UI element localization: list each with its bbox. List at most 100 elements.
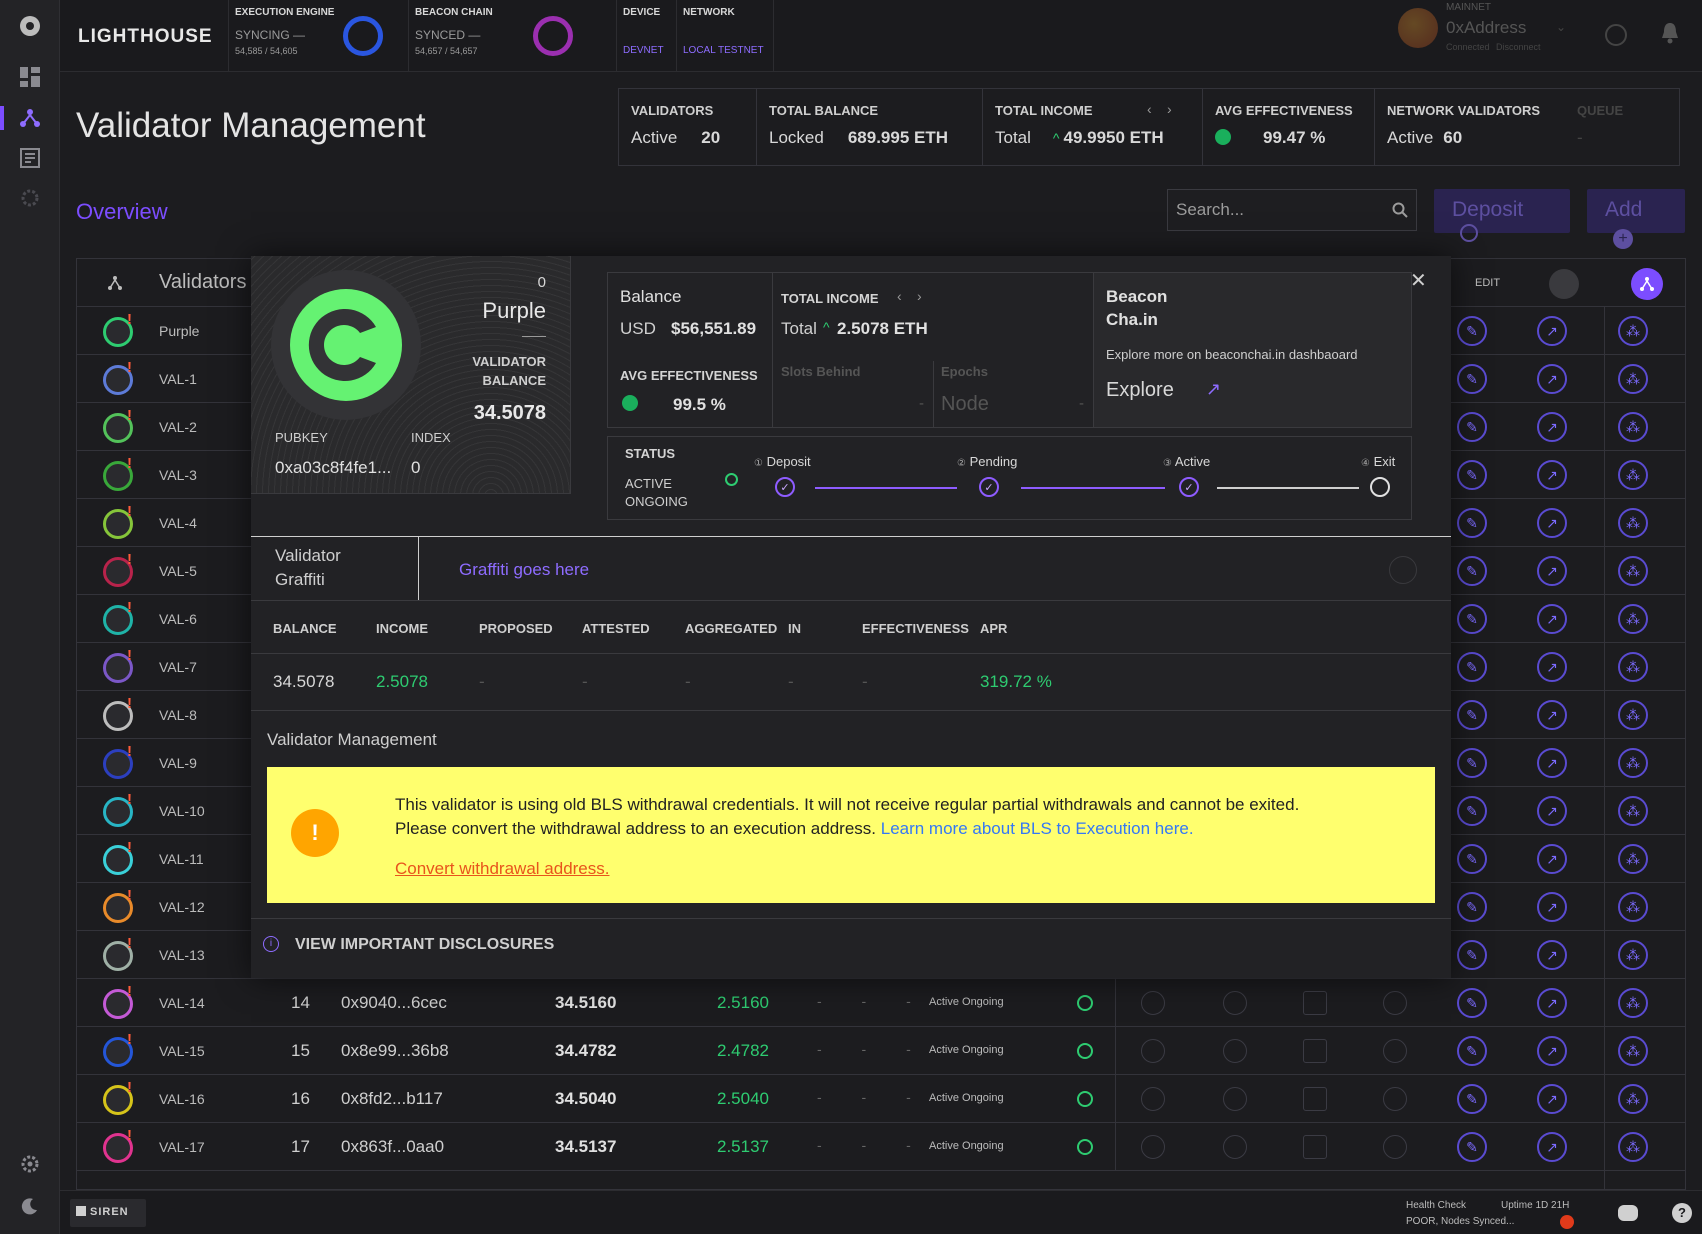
open-external-icon[interactable]: ↗ <box>1537 700 1567 730</box>
edit-icon[interactable]: ✎ <box>1457 1036 1487 1066</box>
validator-name[interactable]: Purple <box>159 323 199 339</box>
dashboard-icon[interactable] <box>18 65 42 89</box>
clock-icon[interactable] <box>1605 24 1627 46</box>
chevron-left-icon[interactable]: ‹ <box>1147 101 1152 117</box>
open-external-icon[interactable]: ↗ <box>1537 316 1567 346</box>
search-input[interactable]: Search... <box>1167 189 1417 231</box>
chevron-right-icon[interactable]: › <box>917 288 922 304</box>
validator-action-icon[interactable]: ⁂ <box>1618 508 1648 538</box>
validator-name[interactable]: VAL-13 <box>159 947 205 963</box>
validator-name[interactable]: VAL-17 <box>159 1139 205 1155</box>
validator-action-icon[interactable]: ⁂ <box>1618 892 1648 922</box>
key-icon[interactable] <box>1383 1087 1407 1111</box>
open-external-icon[interactable]: ↗ <box>1537 892 1567 922</box>
edit-icon[interactable]: ✎ <box>1457 796 1487 826</box>
graffiti-value[interactable]: Graffiti goes here <box>459 560 589 580</box>
validator-action-icon[interactable]: ⁂ <box>1618 988 1648 1018</box>
validator-action-icon[interactable]: ⁂ <box>1618 652 1648 682</box>
withdraw-icon[interactable] <box>1223 991 1247 1015</box>
exit-icon[interactable] <box>1141 1135 1165 1159</box>
open-external-icon[interactable]: ↗ <box>1537 796 1567 826</box>
deposit-button[interactable]: Deposit <box>1434 189 1570 242</box>
validator-name[interactable]: VAL-10 <box>159 803 205 819</box>
validator-action-icon[interactable]: ⁂ <box>1618 604 1648 634</box>
view-disclosures-link[interactable]: VIEW IMPORTANT DISCLOSURES <box>295 936 554 954</box>
key-icon[interactable] <box>1383 991 1407 1015</box>
export-icon[interactable] <box>1303 991 1327 1015</box>
validator-action-icon[interactable]: ⁂ <box>1618 316 1648 346</box>
table-row[interactable]: ! VAL-16 16 0x8fd2...b117 34.5040 2.5040 - - -… <box>77 1075 1685 1123</box>
validator-action-icon[interactable]: ⁂ <box>1618 1036 1648 1066</box>
edit-icon[interactable]: ✎ <box>1457 316 1487 346</box>
bell-icon[interactable] <box>1660 22 1680 49</box>
card-pubkey[interactable]: 0xa03c8f4fe1... <box>275 458 391 478</box>
open-external-icon[interactable]: ↗ <box>1537 940 1567 970</box>
validator-action-icon[interactable]: ⁂ <box>1618 844 1648 874</box>
edit-graffiti-icon[interactable] <box>1389 556 1417 584</box>
validator-name[interactable]: VAL-11 <box>159 851 204 867</box>
validator-action-icon[interactable]: ⁂ <box>1618 1084 1648 1114</box>
edit-icon[interactable]: ✎ <box>1457 412 1487 442</box>
edit-icon[interactable]: ✎ <box>1457 1132 1487 1162</box>
validator-action-icon[interactable]: ⁂ <box>1618 940 1648 970</box>
table-row[interactable]: ! VAL-15 15 0x8e99...36b8 34.4782 2.4782 - - -… <box>77 1027 1685 1075</box>
validator-name[interactable]: VAL-3 <box>159 467 197 483</box>
edit-icon[interactable]: ✎ <box>1457 652 1487 682</box>
validator-name[interactable]: VAL-15 <box>159 1043 205 1059</box>
learn-more-link[interactable]: Learn more about BLS to Execution here. <box>881 819 1194 838</box>
validator-name[interactable]: VAL-5 <box>159 563 197 579</box>
validator-name[interactable]: VAL-12 <box>159 899 205 915</box>
edit-icon[interactable]: ✎ <box>1457 364 1487 394</box>
edit-icon[interactable]: ✎ <box>1457 604 1487 634</box>
validator-action-icon[interactable]: ⁂ <box>1618 460 1648 490</box>
export-icon[interactable] <box>1303 1087 1327 1111</box>
avatar[interactable] <box>1398 8 1438 48</box>
validator-action-icon[interactable]: ⁂ <box>1618 364 1648 394</box>
key-icon[interactable] <box>1383 1039 1407 1063</box>
edit-icon[interactable]: ✎ <box>1457 844 1487 874</box>
validator-name[interactable]: VAL-8 <box>159 707 197 723</box>
edit-icon[interactable]: ✎ <box>1457 508 1487 538</box>
add-button[interactable]: Add + <box>1587 189 1685 249</box>
validator-name[interactable]: VAL-6 <box>159 611 197 627</box>
external-link-icon[interactable]: ↗ <box>1206 379 1221 400</box>
validator-name[interactable]: VAL-4 <box>159 515 197 531</box>
settings-icon[interactable] <box>18 1152 42 1176</box>
validator-action-icon[interactable]: ⁂ <box>1618 700 1648 730</box>
validator-name[interactable]: VAL-2 <box>159 419 197 435</box>
help-icon[interactable]: ? <box>1672 1203 1692 1223</box>
withdraw-icon[interactable] <box>1223 1135 1247 1159</box>
edit-icon[interactable]: ✎ <box>1457 556 1487 586</box>
validator-action-icon[interactable]: ⁂ <box>1618 796 1648 826</box>
exit-icon[interactable] <box>1141 1087 1165 1111</box>
chevron-left-icon[interactable]: ‹ <box>897 288 902 304</box>
edit-icon[interactable]: ✎ <box>1457 940 1487 970</box>
validator-name[interactable]: VAL-1 <box>159 371 197 387</box>
open-external-icon[interactable]: ↗ <box>1537 652 1567 682</box>
validator-action-icon[interactable]: ⁂ <box>1618 412 1648 442</box>
chevron-right-icon[interactable]: › <box>1167 101 1172 117</box>
edit-icon[interactable]: ✎ <box>1457 892 1487 922</box>
exit-icon[interactable] <box>1141 1039 1165 1063</box>
validator-name[interactable]: VAL-16 <box>159 1091 205 1107</box>
chevron-down-icon[interactable]: ⌄ <box>1556 20 1566 34</box>
edit-icon[interactable]: ✎ <box>1457 1084 1487 1114</box>
open-external-icon[interactable]: ↗ <box>1537 988 1567 1018</box>
account-address[interactable]: 0xAddress <box>1446 18 1526 38</box>
tab-overview[interactable]: Overview <box>76 199 168 225</box>
refresh-icon[interactable] <box>1549 269 1579 299</box>
logs-icon[interactable] <box>18 146 42 170</box>
export-icon[interactable] <box>1303 1135 1327 1159</box>
discord-icon[interactable] <box>1618 1205 1638 1221</box>
open-external-icon[interactable]: ↗ <box>1537 508 1567 538</box>
validators-action-icon[interactable] <box>1631 268 1663 300</box>
edit-icon[interactable]: ✎ <box>1457 460 1487 490</box>
validator-action-icon[interactable]: ⁂ <box>1618 556 1648 586</box>
explore-link[interactable]: Explore <box>1106 379 1174 402</box>
moon-icon[interactable] <box>18 1194 42 1218</box>
exit-icon[interactable] <box>1141 991 1165 1015</box>
open-external-icon[interactable]: ↗ <box>1537 844 1567 874</box>
validator-action-icon[interactable]: ⁂ <box>1618 1132 1648 1162</box>
open-external-icon[interactable]: ↗ <box>1537 556 1567 586</box>
open-external-icon[interactable]: ↗ <box>1537 364 1567 394</box>
